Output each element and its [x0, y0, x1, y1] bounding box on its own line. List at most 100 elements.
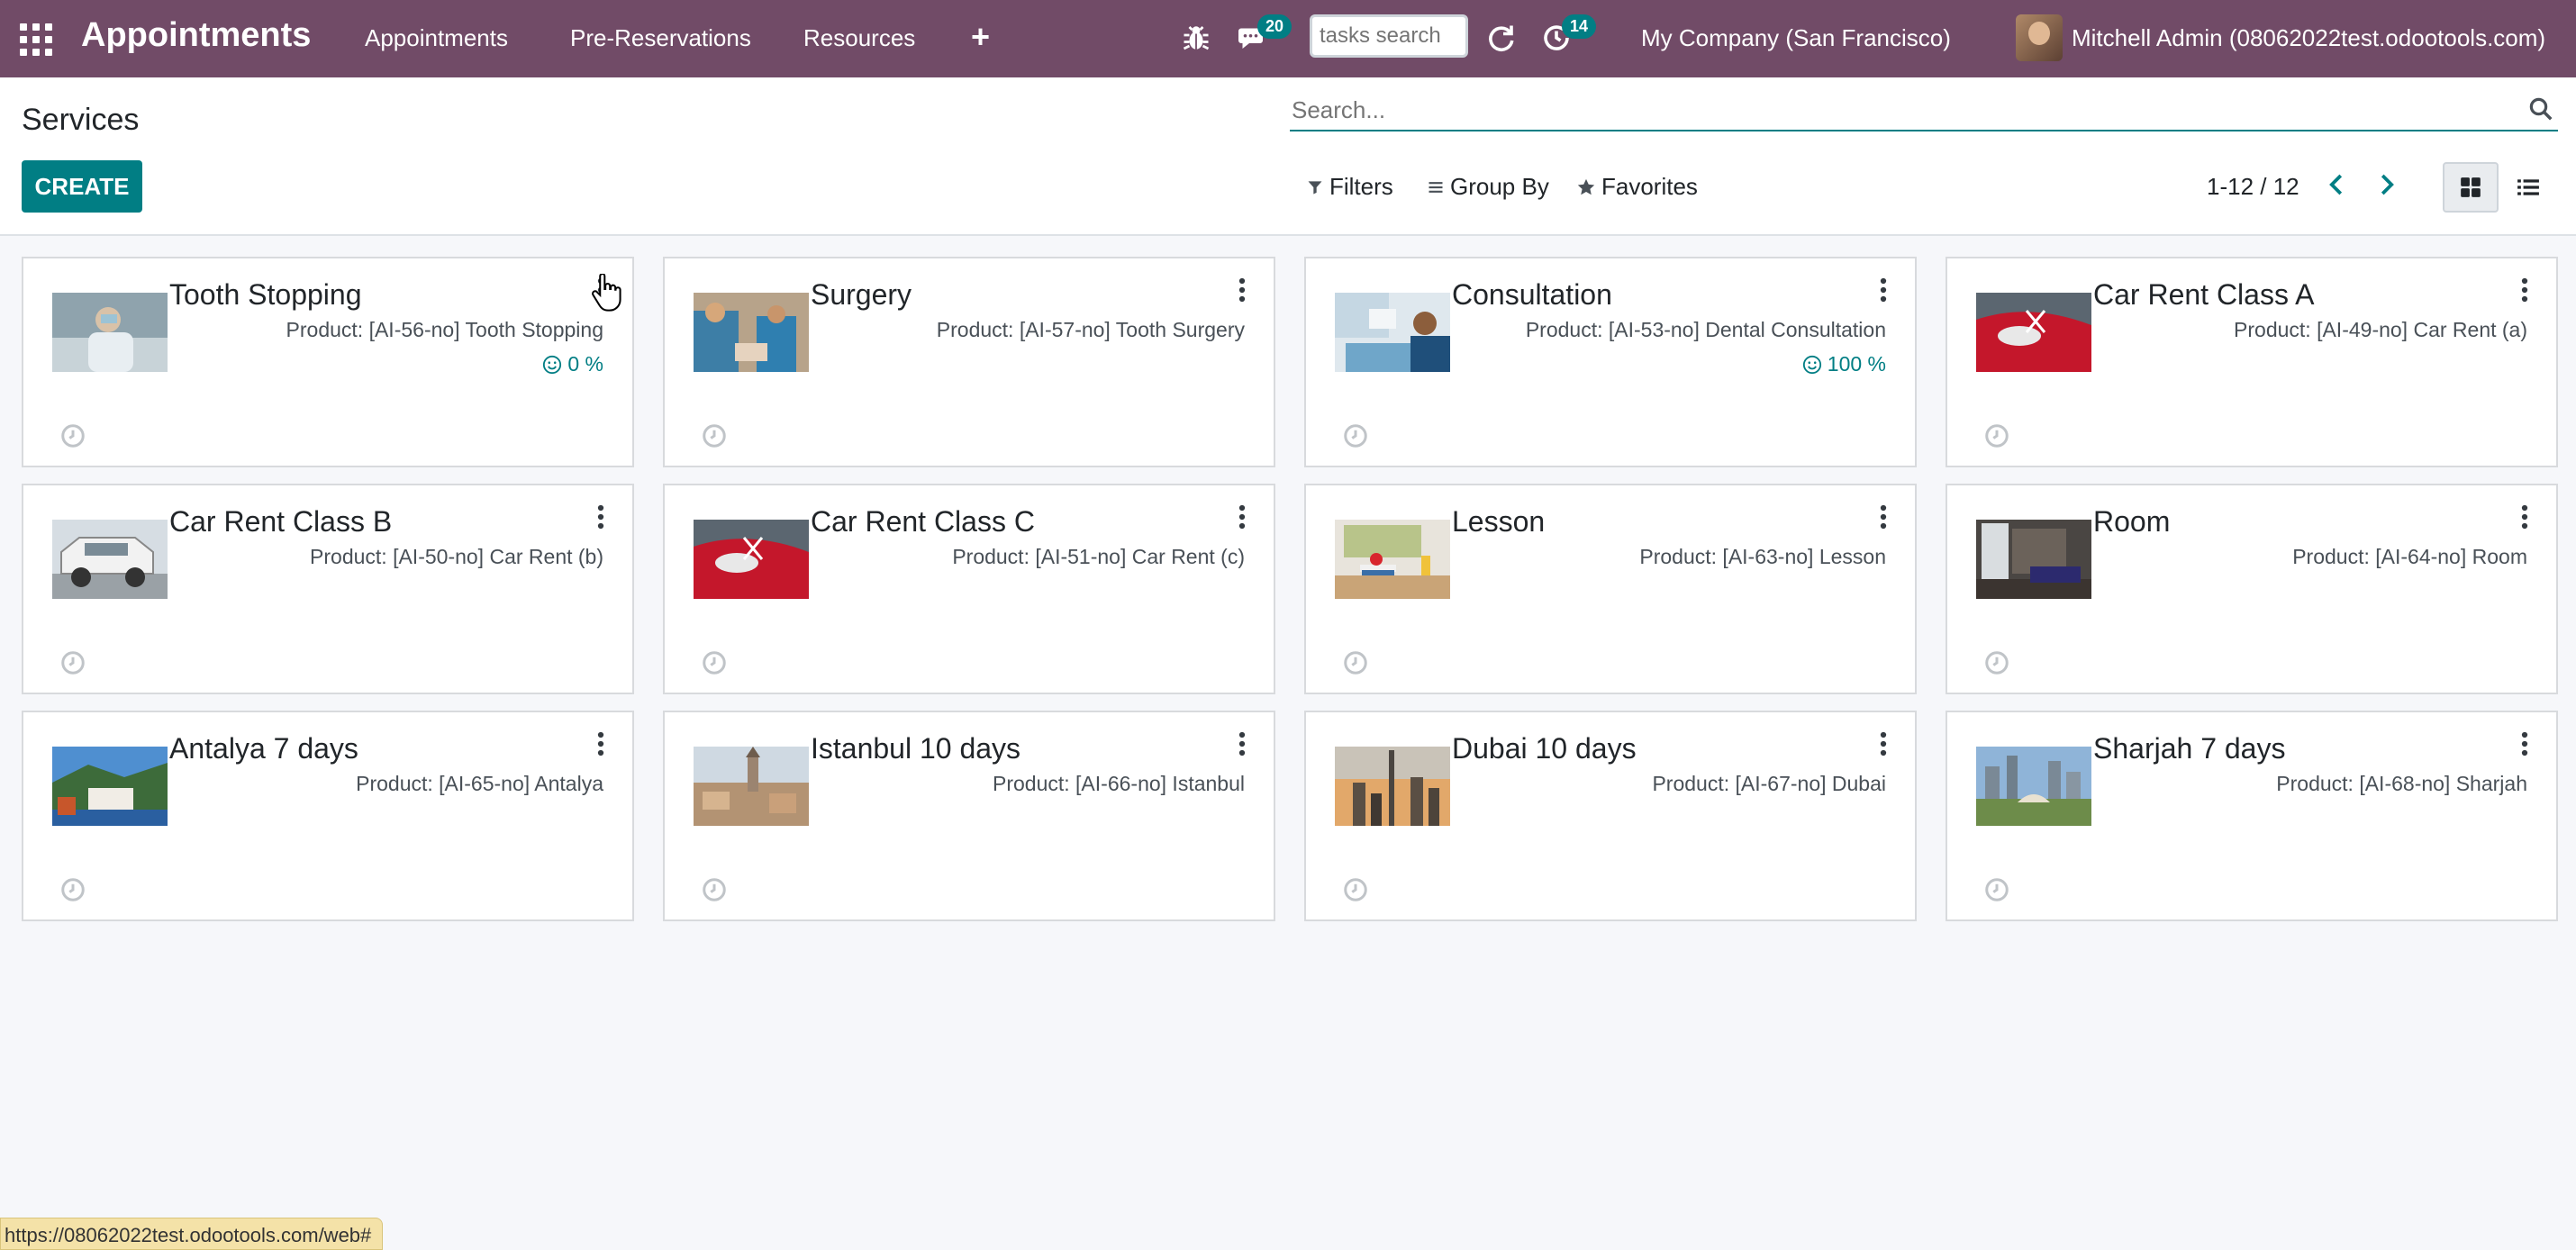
- card-menu-icon[interactable]: [1236, 276, 1248, 303]
- card-product: Product: [AI-57-no] Tooth Surgery: [936, 318, 1245, 341]
- pager-next-icon[interactable]: [2372, 171, 2399, 198]
- service-card[interactable]: Istanbul 10 days Product: [AI-66-no] Ist…: [663, 711, 1275, 921]
- activity-clock-icon[interactable]: [1342, 422, 1369, 449]
- search-input[interactable]: [1290, 90, 2500, 130]
- card-menu-icon[interactable]: [1877, 730, 1890, 757]
- company-switcher[interactable]: My Company (San Francisco): [1641, 24, 1951, 52]
- service-card[interactable]: Dubai 10 days Product: [AI-67-no] Dubai: [1304, 711, 1917, 921]
- list-view-button[interactable]: [2500, 162, 2556, 213]
- apps-menu-icon[interactable]: [20, 23, 52, 56]
- filters-button[interactable]: Filters: [1306, 173, 1393, 201]
- card-menu-icon[interactable]: [594, 503, 607, 530]
- pager-value[interactable]: 1-12 / 12: [2207, 173, 2299, 201]
- service-card[interactable]: Car Rent Class B Product: [AI-50-no] Car…: [22, 484, 634, 694]
- smile-icon: [543, 355, 562, 374]
- card-menu-icon[interactable]: [1877, 503, 1890, 530]
- menu-resources[interactable]: Resources: [803, 24, 915, 52]
- card-title: Consultation: [1452, 278, 1612, 311]
- control-panel: Services CREATE Filters Group By Favorit…: [0, 77, 2576, 236]
- smile-icon: [1802, 355, 1821, 374]
- card-menu-icon[interactable]: [1877, 276, 1890, 303]
- activity-clock-icon[interactable]: [1342, 876, 1369, 903]
- group-by-button[interactable]: Group By: [1427, 173, 1549, 201]
- card-product: Product: [AI-65-no] Antalya: [356, 772, 603, 795]
- add-menu-icon[interactable]: +: [971, 18, 990, 56]
- chat-badge: 20: [1257, 14, 1293, 39]
- pager-previous-icon[interactable]: [2324, 171, 2351, 198]
- favorites-label: Favorites: [1601, 173, 1698, 200]
- service-card[interactable]: Lesson Product: [AI-63-no] Lesson: [1304, 484, 1917, 694]
- filter-icon: [1308, 180, 1322, 194]
- activity-clock-icon[interactable]: [1983, 876, 2010, 903]
- card-title: Lesson: [1452, 505, 1546, 538]
- service-image-dubai: [1335, 747, 1450, 826]
- card-title: Antalya 7 days: [169, 732, 358, 765]
- card-menu-icon[interactable]: [2518, 276, 2531, 303]
- service-card[interactable]: Consultation Product: [AI-53-no] Dental …: [1304, 257, 1917, 467]
- card-menu-icon[interactable]: [1236, 503, 1248, 530]
- group-by-icon: [1429, 181, 1443, 193]
- card-title: Sharjah 7 days: [2093, 732, 2286, 765]
- filters-label: Filters: [1329, 173, 1393, 200]
- card-menu-icon[interactable]: [2518, 730, 2531, 757]
- service-card[interactable]: Antalya 7 days Product: [AI-65-no] Antal…: [22, 711, 634, 921]
- service-image-consultation: [1335, 293, 1450, 372]
- user-avatar[interactable]: [2016, 14, 2063, 61]
- card-product: Product: [AI-50-no] Car Rent (b): [310, 545, 603, 568]
- hand-cursor-icon: [592, 274, 621, 312]
- activity-clock-icon[interactable]: [59, 649, 86, 676]
- service-card[interactable]: Car Rent Class C Product: [AI-51-no] Car…: [663, 484, 1275, 694]
- service-image-lesson: [1335, 520, 1450, 599]
- top-navbar: Appointments Appointments Pre-Reservatio…: [0, 0, 2576, 77]
- card-rating: 100 %: [1802, 352, 1886, 376]
- card-menu-icon[interactable]: [1236, 730, 1248, 757]
- service-card[interactable]: Sharjah 7 days Product: [AI-68-no] Sharj…: [1946, 711, 2558, 921]
- card-menu-icon[interactable]: [594, 730, 607, 757]
- activity-clock-icon[interactable]: [701, 876, 728, 903]
- card-title: Surgery: [811, 278, 912, 311]
- service-card[interactable]: Car Rent Class A Product: [AI-49-no] Car…: [1946, 257, 2558, 467]
- card-title: Car Rent Class B: [169, 505, 393, 538]
- card-title: Room: [2093, 505, 2171, 538]
- favorites-button[interactable]: Favorites: [1576, 173, 1698, 201]
- card-title: Istanbul 10 days: [811, 732, 1021, 765]
- service-card[interactable]: Tooth Stopping Product: [AI-56-no] Tooth…: [22, 257, 634, 467]
- user-menu[interactable]: Mitchell Admin (08062022test.odootools.c…: [2072, 24, 2545, 52]
- refresh-icon[interactable]: [1484, 22, 1517, 54]
- app-name[interactable]: Appointments: [81, 16, 311, 55]
- menu-pre-reservations[interactable]: Pre-Reservations: [570, 24, 751, 52]
- service-image-sharjah: [1976, 747, 2091, 826]
- rating-value: 100 %: [1827, 352, 1886, 376]
- service-card[interactable]: Surgery Product: [AI-57-no] Tooth Surger…: [663, 257, 1275, 467]
- list-icon: [2517, 179, 2539, 195]
- activity-clock-icon[interactable]: [701, 649, 728, 676]
- search-bar: [1290, 90, 2558, 131]
- search-icon[interactable]: [2527, 95, 2554, 122]
- card-product: Product: [AI-66-no] Istanbul: [993, 772, 1245, 795]
- card-product: Product: [AI-49-no] Car Rent (a): [2234, 318, 2527, 341]
- status-bar-url: https://08062022test.odootools.com/web#: [0, 1218, 384, 1250]
- menu-appointments[interactable]: Appointments: [365, 24, 508, 52]
- activity-badge: 14: [1562, 14, 1597, 39]
- activity-clock-icon[interactable]: [1983, 422, 2010, 449]
- card-product: Product: [AI-67-no] Dubai: [1652, 772, 1886, 795]
- activity-clock-icon[interactable]: [1983, 649, 2010, 676]
- create-button[interactable]: CREATE: [22, 160, 142, 213]
- service-image-car-rent-c: [694, 520, 809, 599]
- bug-icon[interactable]: [1180, 22, 1212, 54]
- card-menu-icon[interactable]: [2518, 503, 2531, 530]
- rating-value: 0 %: [567, 352, 603, 376]
- activity-clock-icon[interactable]: [59, 876, 86, 903]
- service-image-antalya: [52, 747, 168, 826]
- service-card[interactable]: Room Product: [AI-64-no] Room: [1946, 484, 2558, 694]
- activity-clock-icon[interactable]: [701, 422, 728, 449]
- service-image-car-rent-a: [1976, 293, 2091, 372]
- activity-clock-icon[interactable]: [1342, 649, 1369, 676]
- card-product: Product: [AI-56-no] Tooth Stopping: [286, 318, 603, 341]
- card-product: Product: [AI-64-no] Room: [2292, 545, 2527, 568]
- kanban-view-button[interactable]: [2443, 162, 2499, 213]
- card-product: Product: [AI-63-no] Lesson: [1639, 545, 1886, 568]
- tasks-search-input[interactable]: [1310, 14, 1468, 58]
- activity-clock-icon[interactable]: [59, 422, 86, 449]
- card-title: Car Rent Class A: [2093, 278, 2315, 311]
